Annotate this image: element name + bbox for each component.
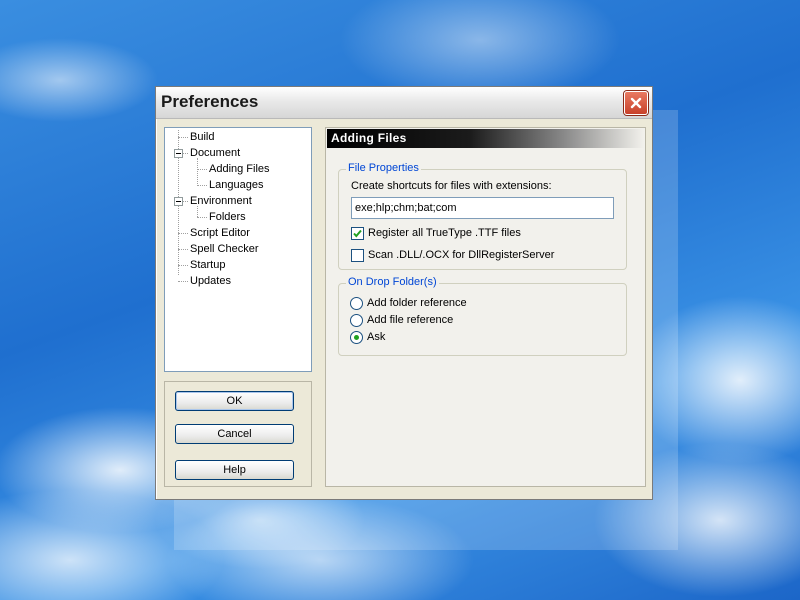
minus-expander-icon[interactable] bbox=[174, 197, 183, 206]
minus-expander-icon[interactable] bbox=[174, 149, 183, 158]
title-bar[interactable]: Preferences bbox=[156, 87, 652, 119]
window-title: Preferences bbox=[161, 92, 259, 111]
drop-folder-group: On Drop Folder(s) Add folder reference A… bbox=[338, 276, 627, 356]
preferences-dialog: Preferences Build Document Adding Files … bbox=[155, 86, 653, 500]
tree-line bbox=[183, 153, 188, 154]
tree-item-build[interactable]: Build bbox=[190, 129, 214, 145]
panel-header: Adding Files bbox=[327, 129, 644, 148]
tree-item-document[interactable]: Document bbox=[190, 145, 240, 161]
close-button[interactable] bbox=[624, 91, 648, 115]
add-file-reference-label[interactable]: Add file reference bbox=[367, 314, 453, 326]
tree-line bbox=[197, 169, 207, 170]
scan-dll-label[interactable]: Scan .DLL/.OCX for DllRegisterServer bbox=[368, 249, 554, 261]
category-tree[interactable]: Build Document Adding Files Languages En… bbox=[164, 127, 312, 372]
ok-button[interactable]: OK bbox=[175, 391, 294, 411]
cancel-button[interactable]: Cancel bbox=[175, 424, 294, 444]
radio-selected-dot bbox=[354, 335, 359, 340]
file-properties-group: File Properties Create shortcuts for fil… bbox=[338, 162, 627, 270]
tree-line bbox=[197, 185, 207, 186]
tree-line bbox=[197, 217, 207, 218]
tree-item-environment[interactable]: Environment bbox=[190, 193, 252, 209]
checkmark-icon bbox=[353, 229, 362, 238]
group-title: File Properties bbox=[346, 162, 421, 174]
tree-line bbox=[178, 281, 188, 282]
tree-item-updates[interactable]: Updates bbox=[190, 273, 231, 289]
tree-item-folders[interactable]: Folders bbox=[209, 209, 246, 225]
shortcut-label: Create shortcuts for files with extensio… bbox=[351, 180, 552, 192]
scan-dll-checkbox[interactable] bbox=[351, 249, 364, 262]
tree-item-languages[interactable]: Languages bbox=[209, 177, 263, 193]
button-panel: OK Cancel Help bbox=[164, 381, 312, 487]
ask-radio[interactable] bbox=[350, 331, 363, 344]
tree-line bbox=[183, 201, 188, 202]
register-ttf-label[interactable]: Register all TrueType .TTF files bbox=[368, 227, 521, 239]
close-icon bbox=[630, 97, 642, 109]
tree-line bbox=[197, 158, 198, 184]
settings-panel: Adding Files File Properties Create shor… bbox=[325, 127, 646, 487]
add-file-reference-radio[interactable] bbox=[350, 314, 363, 327]
tree-line bbox=[178, 265, 188, 266]
tree-item-startup[interactable]: Startup bbox=[190, 257, 225, 273]
group-title: On Drop Folder(s) bbox=[346, 276, 439, 288]
add-folder-reference-radio[interactable] bbox=[350, 297, 363, 310]
tree-line bbox=[178, 233, 188, 234]
tree-line bbox=[178, 249, 188, 250]
tree-item-script-editor[interactable]: Script Editor bbox=[190, 225, 250, 241]
tree-line bbox=[178, 137, 188, 138]
ask-label[interactable]: Ask bbox=[367, 331, 385, 343]
help-button[interactable]: Help bbox=[175, 460, 294, 480]
tree-item-spell-checker[interactable]: Spell Checker bbox=[190, 241, 258, 257]
register-ttf-checkbox[interactable] bbox=[351, 227, 364, 240]
add-folder-reference-label[interactable]: Add folder reference bbox=[367, 297, 467, 309]
extensions-input[interactable]: exe;hlp;chm;bat;com bbox=[351, 197, 614, 219]
tree-item-adding-files[interactable]: Adding Files bbox=[209, 161, 270, 177]
